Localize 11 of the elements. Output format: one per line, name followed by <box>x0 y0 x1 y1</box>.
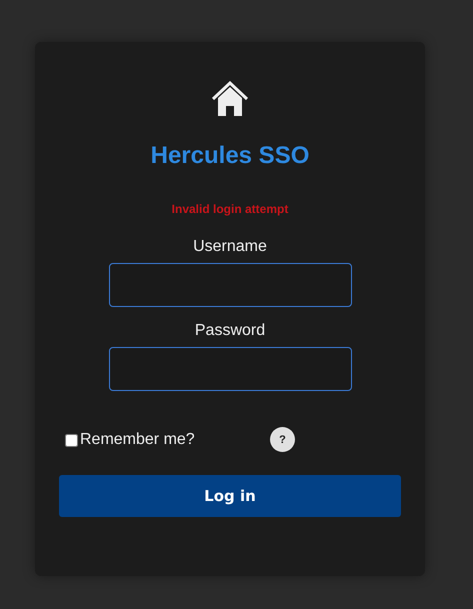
input-field[interactable] <box>108 263 352 307</box>
help-button[interactable]: ? <box>270 427 295 452</box>
input-field[interactable] <box>108 347 352 391</box>
field-label: Username <box>193 237 267 257</box>
app-title: Hercules SSO <box>150 141 310 171</box>
remember-checkbox[interactable] <box>65 434 78 446</box>
remember-label: Remember me? <box>80 431 195 449</box>
house-icon <box>211 81 249 117</box>
field-label: Password <box>194 321 266 341</box>
login-button[interactable]: Log in <box>59 475 401 517</box>
error-message: Invalid login attempt <box>172 201 288 217</box>
